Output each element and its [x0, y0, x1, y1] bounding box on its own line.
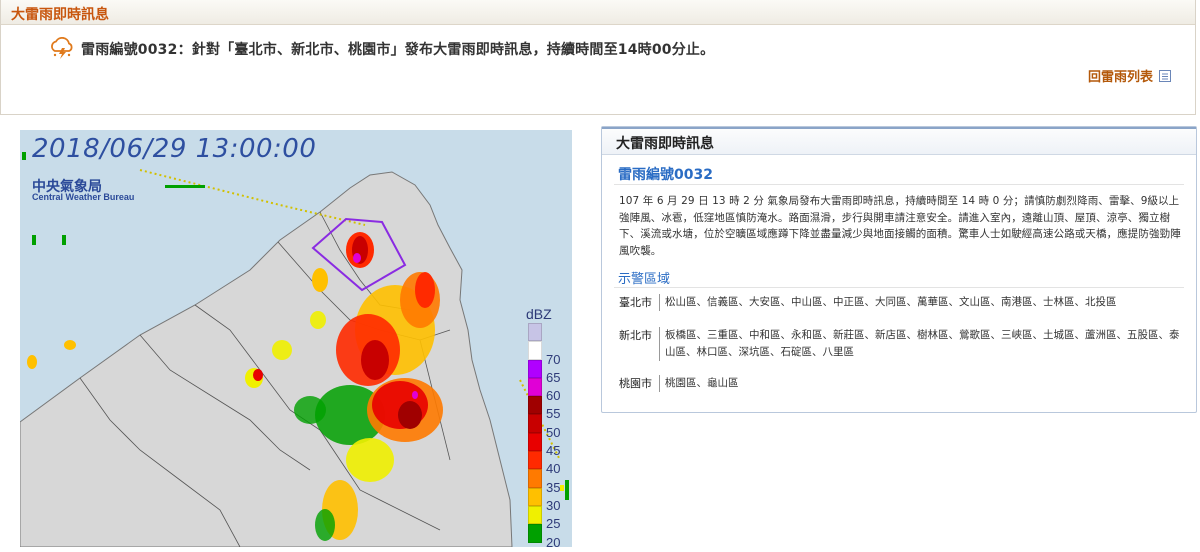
zone-row-new-taipei: 新北市 板橋區、三重區、中和區、永和區、新莊區、新店區、樹林區、鶯歌區、三峽區、… [619, 327, 1189, 361]
legend-row: 20 [528, 524, 572, 547]
zone-row-taoyuan: 桃園市 桃園區、龜山區 [619, 375, 1189, 392]
legend-swatch [528, 341, 542, 360]
warning-zone-title: 示警區域 [618, 272, 671, 287]
taiwan-landmass [20, 171, 513, 547]
alert-line: 雷雨編號0032：針對「臺北市、新北市、桃園市」發布大雷雨即時訊息，持續時間至1… [49, 37, 714, 61]
zone-districts: 松山區、信義區、大安區、中山區、中正區、大同區、萬華區、文山區、南港區、士林區、… [659, 294, 1185, 311]
legend-row: 35 [528, 469, 572, 495]
list-icon [1159, 69, 1171, 82]
zone-districts: 桃園區、龜山區 [659, 375, 1185, 392]
legend-row: 40 [528, 451, 572, 476]
zone-city: 桃園市 [619, 377, 652, 390]
legend-row: 55 [528, 396, 572, 421]
thunderstorm-icon [51, 37, 73, 59]
legend-row [528, 323, 572, 342]
radar-timestamp: 2018/06/29 13:00:00 [32, 134, 317, 164]
legend-unit: dBZ [526, 306, 552, 322]
divider [614, 184, 1184, 185]
legend-row: 60 [528, 377, 572, 403]
legend-swatch [528, 323, 542, 342]
legend-label: 20 [546, 534, 561, 547]
back-to-list-label[interactable]: 回雷雨列表 [1088, 66, 1153, 85]
legend-swatch [528, 377, 542, 397]
dbz-legend: 70 65 60 55 50 45 40 35 30 25 20 [528, 323, 572, 547]
zone-city: 臺北市 [619, 296, 652, 309]
legend-swatch [528, 414, 542, 433]
legend-row: 65 [528, 359, 572, 385]
legend-row: 50 [528, 414, 572, 440]
legend-swatch [528, 505, 542, 525]
legend-row: 25 [528, 505, 572, 531]
radar-image: 2018/06/29 13:00:00 中央氣象局 Central Weathe… [20, 130, 572, 547]
legend-swatch [528, 396, 542, 415]
alert-banner: 大雷雨即時訊息 雷雨編號0032：針對「臺北市、新北市、桃園市」發布大雷雨即時訊… [0, 0, 1196, 115]
legend-row: 70 [528, 341, 572, 367]
info-header: 大雷雨即時訊息 [602, 127, 1196, 155]
divider [614, 287, 1184, 288]
storm-id: 雷雨編號0032 [618, 167, 713, 183]
zone-city: 新北市 [619, 329, 652, 342]
legend-row: 30 [528, 487, 572, 513]
alert-description: 107 年 6 月 29 日 13 時 2 分 氣象局發布大雷雨即時訊息，持續時… [619, 195, 1181, 257]
info-title: 大雷雨即時訊息 [616, 136, 714, 152]
banner-header: 大雷雨即時訊息 [1, 0, 1195, 25]
alert-message: 雷雨編號0032：針對「臺北市、新北市、桃園市」發布大雷雨即時訊息，持續時間至1… [81, 42, 715, 58]
zone-row-taipei: 臺北市 松山區、信義區、大安區、中山區、中正區、大同區、萬華區、文山區、南港區、… [619, 294, 1189, 311]
back-to-list-link[interactable]: 回雷雨列表 [1088, 66, 1171, 85]
zone-districts: 板橋區、三重區、中和區、永和區、新莊區、新店區、樹林區、鶯歌區、三峽區、土城區、… [659, 327, 1185, 361]
legend-swatch [528, 432, 542, 452]
legend-swatch [528, 469, 542, 488]
legend-swatch [528, 359, 542, 378]
legend-swatch [528, 451, 542, 470]
legend-swatch [528, 487, 542, 506]
legend-swatch [528, 524, 542, 543]
agency-name-en: Central Weather Bureau [32, 192, 135, 202]
legend-row: 45 [528, 432, 572, 458]
info-panel: 大雷雨即時訊息 雷雨編號0032 107 年 6 月 29 日 13 時 2 分… [601, 126, 1197, 413]
banner-title: 大雷雨即時訊息 [11, 7, 109, 23]
